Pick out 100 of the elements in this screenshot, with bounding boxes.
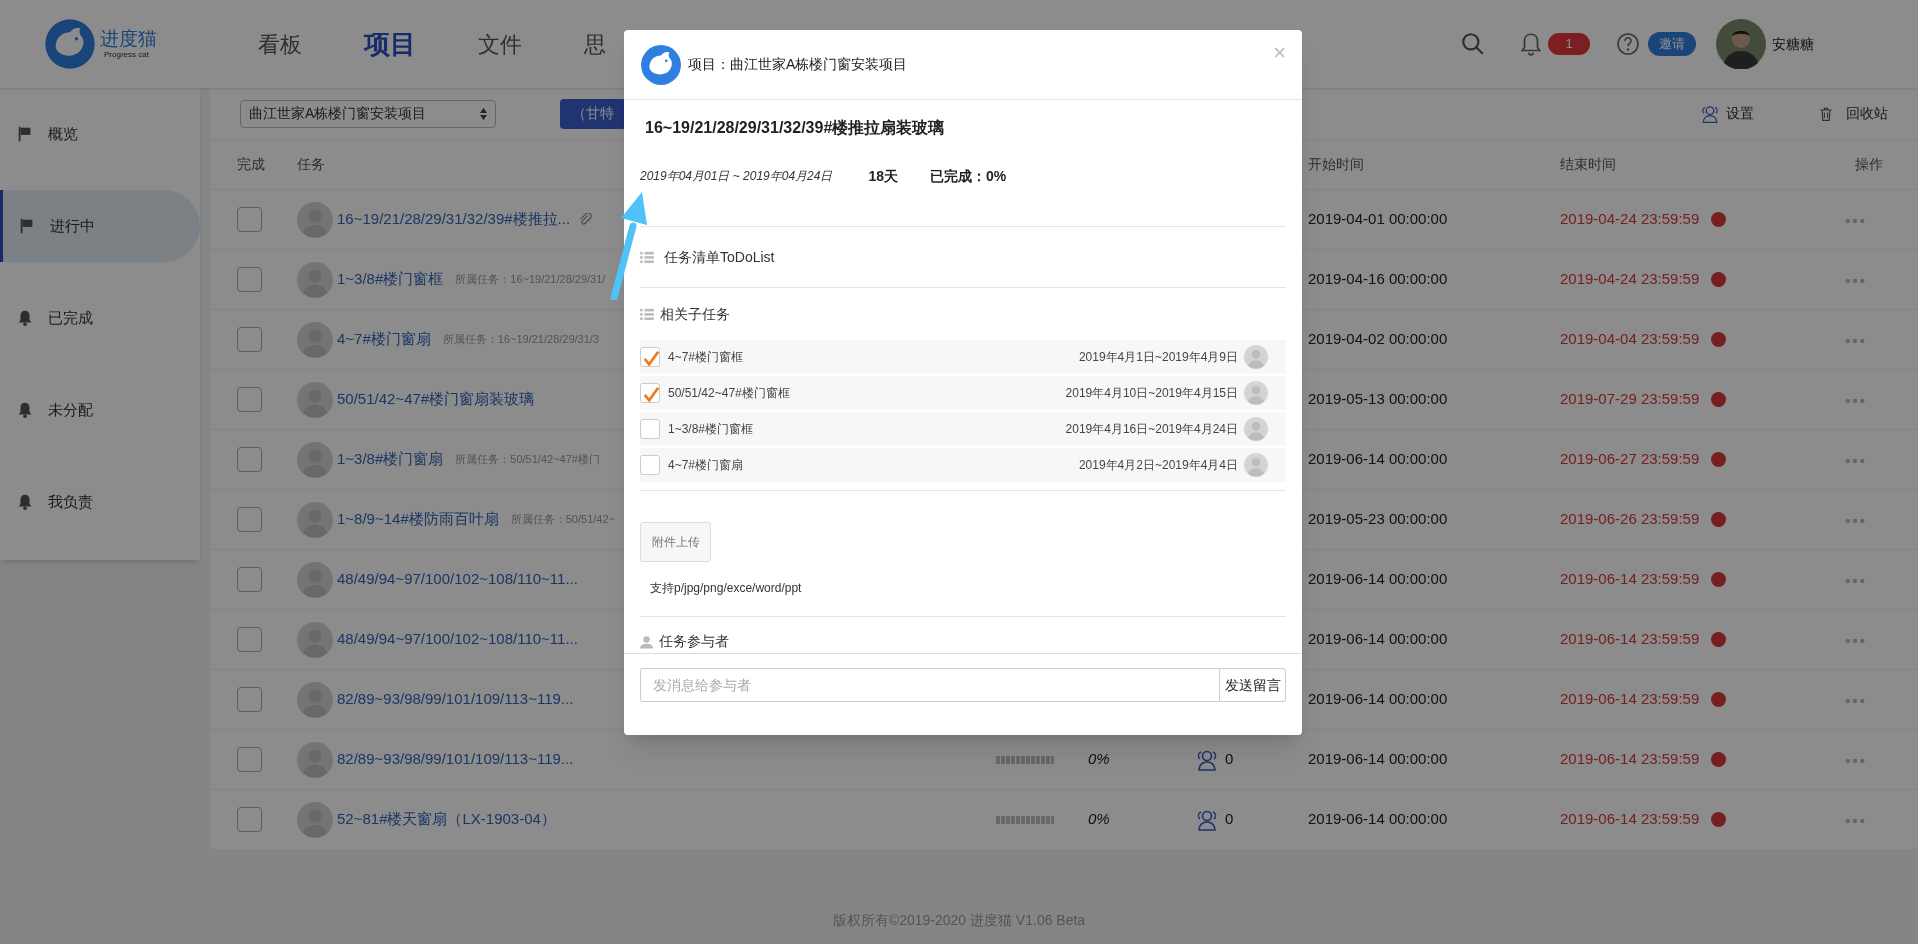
avatar-icon <box>1244 453 1268 477</box>
checkbox[interactable] <box>237 807 262 832</box>
task-link[interactable]: 16~19/21/28/29/31/32/39#楼推拉... <box>337 208 571 231</box>
more-icon[interactable] <box>1845 218 1865 224</box>
start-time: 2019-06-14 00:00:00 <box>1308 570 1448 588</box>
upload-button[interactable]: 附件上传 <box>640 522 711 562</box>
avatar-icon <box>297 621 333 658</box>
end-time: 2019-06-27 23:59:59 <box>1560 449 1700 470</box>
avatar-icon <box>297 201 333 238</box>
more-icon[interactable] <box>1845 338 1865 344</box>
send-button[interactable]: 发送留言 <box>1220 668 1286 702</box>
avatar-icon <box>297 801 333 838</box>
task-link[interactable]: 1~3/8#楼门窗框 <box>337 268 444 291</box>
recycle-bin-link[interactable]: 回收站 <box>1818 103 1888 124</box>
section-heading: 任务清单ToDoList <box>664 247 775 267</box>
user-avatar[interactable] <box>1716 19 1766 69</box>
checkbox[interactable] <box>237 447 262 472</box>
search-icon[interactable] <box>1460 31 1486 57</box>
cat-logo-icon <box>640 43 682 86</box>
more-icon[interactable] <box>1845 278 1865 284</box>
task-link[interactable]: 48/49/94~97/100/102~108/110~11... <box>337 628 578 651</box>
completion-text: 已完成：0% <box>930 166 1007 186</box>
subtask-row[interactable]: 4~7#楼门窗框 2019年4月1日~2019年4月9日 <box>640 340 1286 374</box>
start-time: 2019-05-13 00:00:00 <box>1308 390 1448 408</box>
sidebar-item[interactable]: 概览 <box>0 98 200 170</box>
more-icon[interactable] <box>1845 518 1865 524</box>
invite-button[interactable]: 邀请 <box>1648 32 1696 56</box>
more-icon[interactable] <box>1845 698 1865 704</box>
bell-icon[interactable] <box>1518 31 1544 57</box>
start-time: 2019-04-16 00:00:00 <box>1308 270 1448 288</box>
bell-icon <box>16 493 34 511</box>
task-link[interactable]: 48/49/94~97/100/102~108/110~11... <box>337 568 578 591</box>
checkbox[interactable] <box>237 567 262 592</box>
task-link[interactable]: 1~3/8#楼门窗扇 <box>337 448 444 471</box>
column-header: 结束时间 <box>1560 155 1617 174</box>
start-time: 2019-06-14 00:00:00 <box>1308 750 1448 768</box>
task-link[interactable]: 52~81#楼天窗扇（LX-1903-04） <box>337 808 556 831</box>
column-header: 任务 <box>297 155 326 174</box>
checkbox[interactable] <box>237 507 262 532</box>
nav-tab[interactable]: 项目 <box>348 24 432 64</box>
user-icon <box>640 634 653 649</box>
sidebar-item[interactable]: 进行中 <box>0 190 200 262</box>
more-icon[interactable] <box>1845 758 1865 764</box>
task-link[interactable]: 82/89~93/98/99/101/109/113~119... <box>337 688 574 711</box>
task-link[interactable]: 1~8/9~14#楼防雨百叶扇 <box>337 508 499 531</box>
checkbox[interactable] <box>237 627 262 652</box>
checkbox[interactable] <box>237 747 262 772</box>
checkbox[interactable] <box>640 383 660 403</box>
subtask-row[interactable]: 50/51/42~47#楼门窗框 2019年4月10日~2019年4月15日 <box>640 376 1286 410</box>
task-link[interactable]: 82/89~93/98/99/101/109/113~119... <box>337 748 574 771</box>
avatar-icon <box>297 321 333 358</box>
checkbox[interactable] <box>237 267 262 292</box>
checkbox[interactable] <box>237 207 262 232</box>
sidebar-item[interactable]: 我负责 <box>0 466 200 538</box>
more-icon[interactable] <box>1845 638 1865 644</box>
sidebar-item[interactable]: 已完成 <box>0 282 200 354</box>
checkbox[interactable] <box>237 687 262 712</box>
end-time: 2019-06-14 23:59:59 <box>1560 689 1700 710</box>
column-header: 开始时间 <box>1308 155 1365 174</box>
checkbox[interactable] <box>640 347 660 367</box>
avatar-icon <box>297 261 333 298</box>
task-link[interactable]: 50/51/42~47#楼门窗扇装玻璃 <box>337 388 535 411</box>
avatar-icon <box>1244 345 1268 369</box>
project-select[interactable]: 曲江世家A栋楼门窗安装项目 <box>240 99 496 128</box>
more-icon[interactable] <box>1845 458 1865 464</box>
checkbox[interactable] <box>640 455 660 475</box>
date-range: 2019年04月01日 ~ 2019年04月24日 <box>640 168 833 185</box>
notification-count: 1 <box>1548 33 1590 55</box>
user-name[interactable]: 安糖糖 <box>1772 33 1814 55</box>
end-time: 2019-04-24 23:59:59 <box>1560 209 1700 230</box>
end-time: 2019-06-26 23:59:59 <box>1560 509 1700 530</box>
checkbox[interactable] <box>237 327 262 352</box>
task-link[interactable]: 4~7#楼门窗扇 <box>337 328 431 351</box>
nav-tab[interactable]: 看板 <box>242 27 318 61</box>
help-icon[interactable] <box>1616 32 1640 56</box>
checkbox[interactable] <box>640 419 660 439</box>
end-time: 2019-06-14 23:59:59 <box>1560 629 1700 650</box>
progress-percent: 0% <box>1088 810 1110 828</box>
dropdown-arrows-icon <box>480 107 487 120</box>
subtask-row[interactable]: 4~7#楼门窗扇 2019年4月2日~2019年4月4日 <box>640 448 1286 482</box>
bell-icon <box>16 401 34 419</box>
more-icon[interactable] <box>1845 578 1865 584</box>
sidebar-item[interactable]: 未分配 <box>0 374 200 446</box>
nav-tab[interactable]: 文件 <box>462 27 538 61</box>
more-icon[interactable] <box>1845 398 1865 404</box>
checkbox[interactable] <box>237 387 262 412</box>
dialog-project-title: 项目：曲江世家A栋楼门窗安装项目 <box>688 55 908 74</box>
start-time: 2019-06-14 00:00:00 <box>1308 690 1448 708</box>
settings-link[interactable]: 设置 <box>1700 103 1754 124</box>
subtask-name: 1~3/8#楼门窗框 <box>668 421 754 438</box>
more-icon[interactable] <box>1845 818 1865 824</box>
upload-hint: 支持p/jpg/png/exce/word/ppt <box>650 580 803 597</box>
start-time: 2019-06-14 00:00:00 <box>1308 810 1448 828</box>
column-header: 操作 <box>1855 155 1884 174</box>
subtask-row[interactable]: 1~3/8#楼门窗框 2019年4月16日~2019年4月24日 <box>640 412 1286 446</box>
subtask-name: 4~7#楼门窗框 <box>668 349 744 366</box>
list-icon <box>640 308 654 320</box>
gantt-button[interactable]: （甘特 <box>560 98 626 129</box>
nav-tab[interactable]: 思 <box>568 27 622 61</box>
message-field[interactable]: 发消息给参与者 <box>640 668 1220 702</box>
